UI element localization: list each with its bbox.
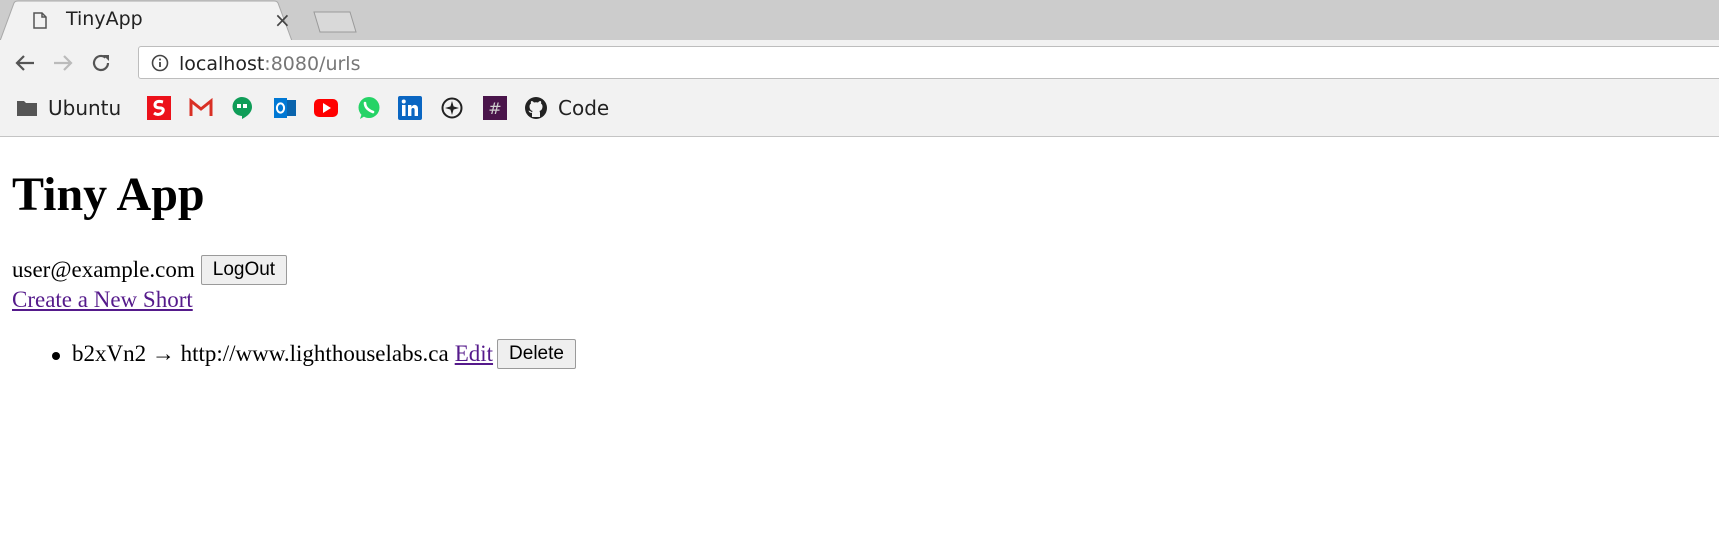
bookmark-code[interactable]: Code: [524, 95, 609, 121]
url-host: localhost: [179, 53, 265, 75]
url-path: :8080/urls: [264, 53, 361, 75]
close-tab-icon[interactable]: ×: [274, 8, 291, 32]
bookmark-label: Ubuntu: [48, 96, 122, 120]
bookmark-youtube[interactable]: [314, 95, 338, 121]
back-arrow-icon: [15, 55, 34, 71]
address-bar[interactable]: localhost:8080/urls: [138, 46, 1719, 79]
url-text: localhost:8080/urls: [179, 53, 360, 75]
scotiabank-icon: [147, 96, 171, 120]
create-new-short-link[interactable]: Create a New Short: [12, 287, 193, 313]
reload-icon: [92, 54, 110, 72]
bookmark-hangouts[interactable]: [231, 95, 253, 121]
bookmark-slack[interactable]: #: [483, 95, 507, 121]
linkedin-icon: [398, 96, 422, 120]
svg-text:#: #: [488, 99, 501, 118]
forward-button[interactable]: [48, 48, 78, 78]
slack-icon: #: [483, 96, 507, 120]
url-list: b2xVn2 → http://www.lighthouselabs.ca Ed…: [52, 339, 576, 369]
bookmark-compass[interactable]: [441, 95, 463, 121]
browser-toolbar: localhost:8080/urls: [0, 40, 1719, 85]
forward-arrow-icon: [54, 55, 73, 71]
user-email: user@example.com: [12, 257, 195, 282]
outlook-icon: [274, 98, 296, 118]
delete-button[interactable]: Delete: [497, 339, 576, 369]
back-button[interactable]: [10, 48, 40, 78]
compass-icon: [441, 97, 463, 119]
user-row: user@example.com LogOut: [12, 255, 288, 285]
tab-title: TinyApp: [66, 8, 143, 30]
bookmark-label: Code: [558, 96, 610, 120]
bullet: [52, 352, 60, 360]
youtube-icon: [314, 99, 338, 117]
whatsapp-icon: [358, 97, 380, 119]
gmail-icon: [189, 98, 213, 116]
page-content: Tiny App user@example.com LogOut Create …: [0, 137, 1719, 534]
hangouts-icon: [232, 97, 252, 119]
bookmark-gmail[interactable]: [189, 95, 213, 121]
page-title: Tiny App: [12, 168, 205, 221]
logout-button[interactable]: LogOut: [200, 255, 288, 285]
page-icon: [33, 12, 47, 29]
github-icon: [525, 97, 547, 119]
list-item: b2xVn2 → http://www.lighthouselabs.ca Ed…: [52, 339, 576, 369]
folder-icon: [17, 101, 37, 116]
new-tab-button[interactable]: [312, 10, 358, 34]
bookmark-scotiabank[interactable]: [147, 95, 171, 121]
url-mapping: b2xVn2 → http://www.lighthouselabs.ca: [72, 341, 449, 366]
tab-strip: TinyApp ×: [0, 0, 1719, 41]
bookmark-ubuntu[interactable]: Ubuntu: [16, 95, 121, 121]
reload-button[interactable]: [86, 48, 116, 78]
bookmark-linkedin[interactable]: [398, 95, 422, 121]
tab-tinyapp[interactable]: TinyApp ×: [0, 0, 300, 41]
bookmark-whatsapp[interactable]: [357, 95, 381, 121]
info-icon[interactable]: [151, 54, 169, 72]
edit-link[interactable]: Edit: [455, 341, 493, 367]
bookmark-outlook[interactable]: [273, 95, 297, 121]
bookmarks-bar: Ubuntu # Code: [0, 85, 1719, 137]
